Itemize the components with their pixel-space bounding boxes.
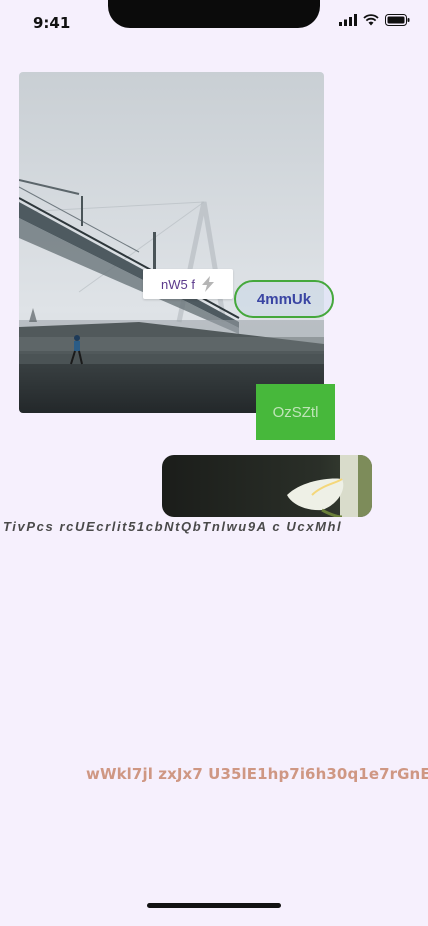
wifi-icon — [363, 14, 379, 26]
outline-button[interactable]: 4mmUk — [234, 280, 334, 318]
chip[interactable]: nW5 f — [143, 269, 233, 299]
footer-text: wWkl7jl zxJx7 U35lE1hp7i6h30q1e7rGnE — [86, 765, 428, 783]
caption-text: TivPcs rcUEcrlit51cbNtQbTnlwu9A c UcxMhl — [3, 519, 343, 534]
device-notch — [108, 0, 320, 28]
signal-icon — [339, 14, 357, 26]
bolt-icon — [201, 276, 214, 292]
green-button[interactable]: OzSZtl — [256, 384, 335, 440]
chip-label: nW5 f — [161, 276, 195, 292]
status-icons — [339, 14, 410, 26]
home-indicator[interactable] — [147, 903, 281, 908]
battery-icon — [385, 14, 410, 26]
hero-image — [19, 72, 324, 413]
thumbnail-image — [162, 455, 372, 517]
status-time: 9:41 — [33, 14, 71, 32]
